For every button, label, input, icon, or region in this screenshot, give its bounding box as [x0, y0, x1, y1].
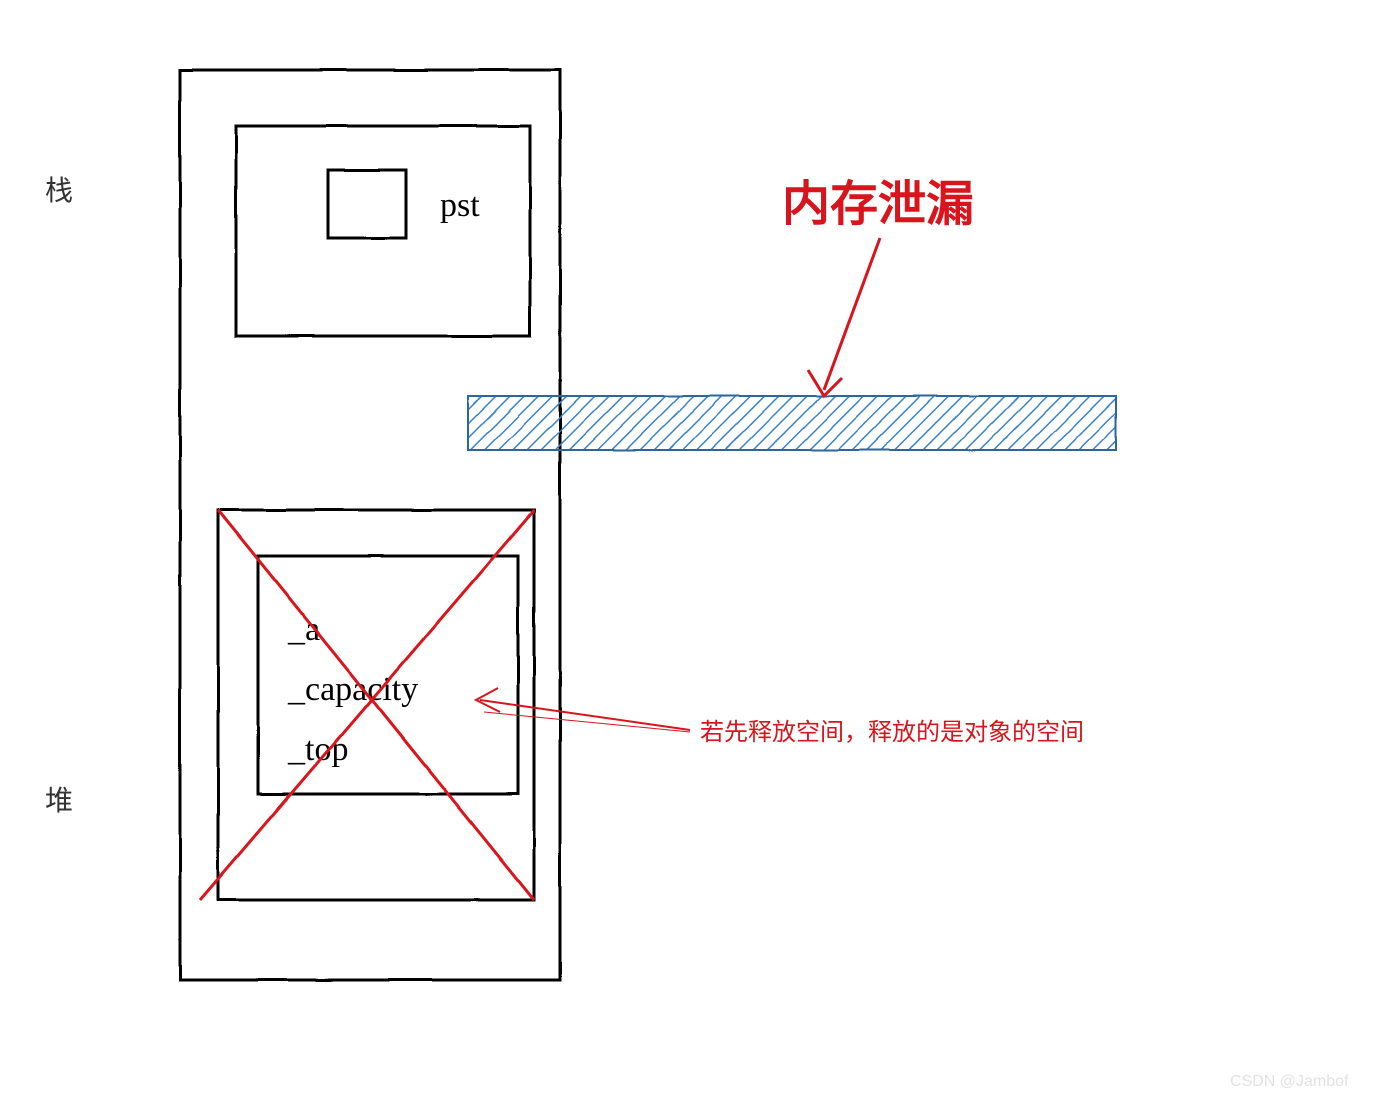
arrow-note	[476, 688, 690, 732]
pointer-label: pst	[440, 187, 480, 224]
arrow-leak	[808, 238, 880, 396]
stack-label: 栈	[45, 175, 73, 206]
stack-frame-box	[236, 126, 530, 336]
release-note: 若先释放空间，释放的是对象的空间	[700, 719, 1084, 746]
memory-leak-title: 内存泄漏	[782, 178, 974, 231]
watermark: CSDN @Jambof	[1230, 1073, 1349, 1090]
heap-label: 堆	[45, 785, 73, 816]
leaked-memory-bar	[468, 396, 1116, 450]
pointer-box	[328, 170, 406, 238]
